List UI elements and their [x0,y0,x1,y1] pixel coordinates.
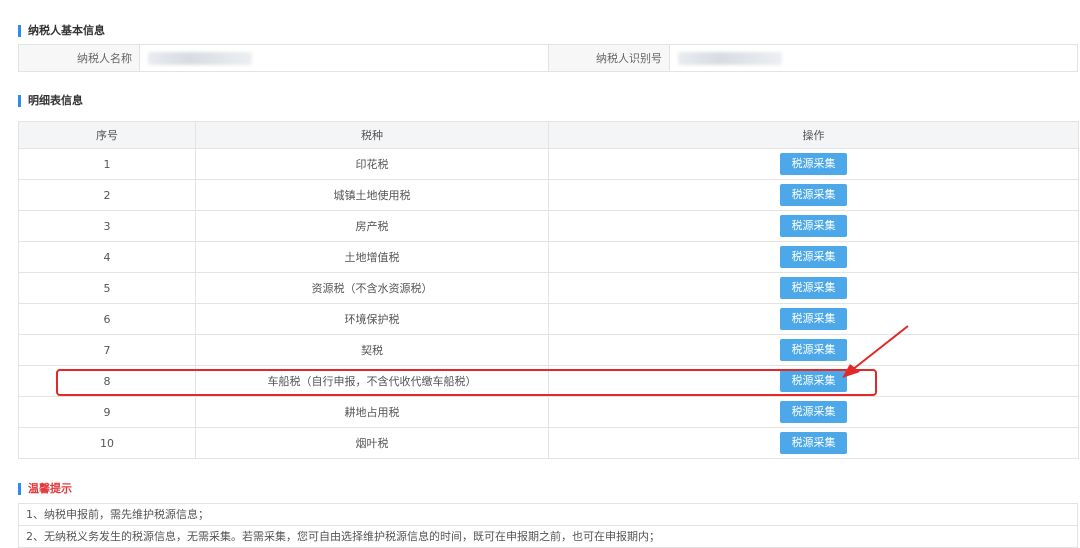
row-serial: 2 [18,179,196,211]
table-row: 9 耕地占用税 税源采集 [18,396,1079,428]
collect-tax-source-button[interactable]: 税源采集 [780,215,847,237]
collect-tax-source-button[interactable]: 税源采集 [780,432,847,454]
blurred-value [148,51,252,65]
row-serial: 3 [18,210,196,242]
row-operation: 税源采集 [548,241,1079,273]
table-row: 3 房产税 税源采集 [18,210,1079,242]
taxpayer-id-value [670,45,1077,71]
row-tax-type: 车船税（自行申报，不含代收代缴车船税） [195,365,549,397]
taxpayer-name-value [140,45,549,71]
basic-info-table: 纳税人名称 纳税人识别号 [18,44,1078,72]
blurred-value [678,51,782,65]
row-tax-type: 耕地占用税 [195,396,549,428]
collect-tax-source-button[interactable]: 税源采集 [780,246,847,268]
collect-tax-source-button[interactable]: 税源采集 [780,308,847,330]
basic-info-title: 纳税人基本信息 [18,25,105,37]
row-tax-type: 烟叶税 [195,427,549,459]
tips-box: 1、纳税申报前，需先维护税源信息； 2、无纳税义务发生的税源信息，无需采集。若需… [18,503,1078,548]
row-serial: 5 [18,272,196,304]
row-serial: 10 [18,427,196,459]
row-serial: 7 [18,334,196,366]
collect-tax-source-button[interactable]: 税源采集 [780,339,847,361]
row-operation: 税源采集 [548,210,1079,242]
collect-tax-source-button[interactable]: 税源采集 [780,370,847,392]
header-operation: 操作 [548,121,1079,149]
header-tax-type: 税种 [195,121,549,149]
table-row: 8 车船税（自行申报，不含代收代缴车船税） 税源采集 [18,365,1079,397]
table-row: 10 烟叶税 税源采集 [18,427,1079,459]
row-serial: 1 [18,148,196,180]
row-serial: 9 [18,396,196,428]
taxpayer-name-label: 纳税人名称 [19,45,140,71]
collect-tax-source-button[interactable]: 税源采集 [780,277,847,299]
tip-item: 2、无纳税义务发生的税源信息，无需采集。若需采集，您可自由选择维护税源信息的时间… [19,526,1077,548]
collect-tax-source-button[interactable]: 税源采集 [780,153,847,175]
row-serial: 4 [18,241,196,273]
row-serial: 8 [18,365,196,397]
table-header-row: 序号 税种 操作 [18,121,1079,149]
row-tax-type: 城镇土地使用税 [195,179,549,211]
row-tax-type: 环境保护税 [195,303,549,335]
table-row: 7 契税 税源采集 [18,334,1079,366]
row-tax-type: 土地增值税 [195,241,549,273]
row-tax-type: 印花税 [195,148,549,180]
detail-table: 序号 税种 操作 1 印花税 税源采集 2 城镇土地使用税 税源采集 3 房产税 税源采集 4 土地… [18,121,1079,459]
row-operation: 税源采集 [548,365,1079,397]
row-operation: 税源采集 [548,148,1079,180]
collect-tax-source-button[interactable]: 税源采集 [780,184,847,206]
table-row: 1 印花税 税源采集 [18,148,1079,180]
collect-tax-source-button[interactable]: 税源采集 [780,401,847,423]
table-row: 6 环境保护税 税源采集 [18,303,1079,335]
row-operation: 税源采集 [548,179,1079,211]
detail-info-title: 明细表信息 [18,95,83,107]
taxpayer-id-label: 纳税人识别号 [549,45,670,71]
table-row: 2 城镇土地使用税 税源采集 [18,179,1079,211]
tips-title: 温馨提示 [18,483,72,495]
table-row: 4 土地增值税 税源采集 [18,241,1079,273]
row-operation: 税源采集 [548,272,1079,304]
header-serial: 序号 [18,121,196,149]
row-operation: 税源采集 [548,396,1079,428]
row-serial: 6 [18,303,196,335]
row-operation: 税源采集 [548,427,1079,459]
row-operation: 税源采集 [548,334,1079,366]
row-operation: 税源采集 [548,303,1079,335]
row-tax-type: 契税 [195,334,549,366]
row-tax-type: 资源税（不含水资源税） [195,272,549,304]
table-row: 5 资源税（不含水资源税） 税源采集 [18,272,1079,304]
tip-item: 1、纳税申报前，需先维护税源信息； [19,504,1077,526]
row-tax-type: 房产税 [195,210,549,242]
